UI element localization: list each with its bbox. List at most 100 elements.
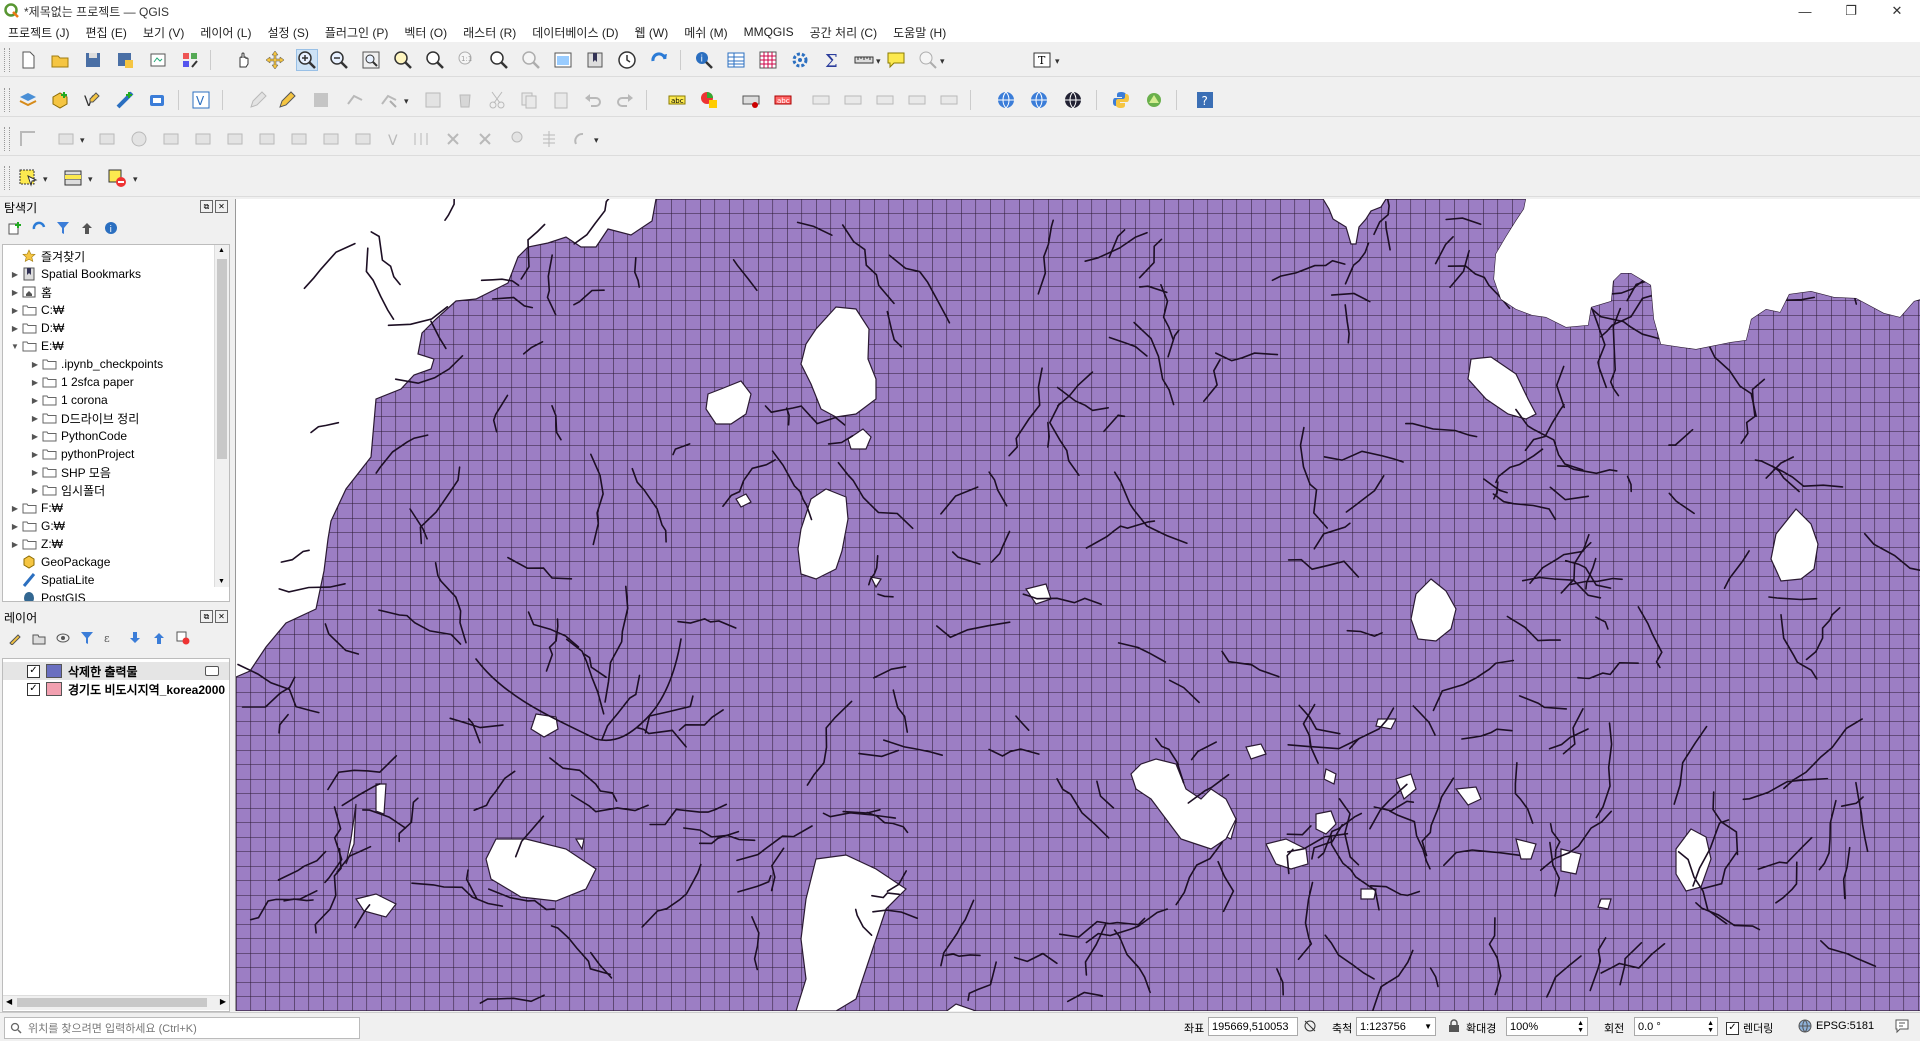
messages-icon[interactable] (1894, 1018, 1910, 1037)
expand-arrow-icon[interactable]: ▶ (29, 432, 41, 441)
save-as-icon[interactable] (114, 49, 136, 71)
layer-symbol-swatch[interactable] (46, 682, 62, 696)
expand-arrow-icon[interactable]: ▶ (29, 360, 41, 369)
map-rendering[interactable] (236, 199, 1920, 1011)
temporal-controller-icon[interactable] (616, 49, 638, 71)
locator-search-input[interactable]: 위치를 찾으려면 입력하세요 (Ctrl+K) (4, 1017, 360, 1039)
highlight-labels-icon[interactable]: abc (772, 89, 794, 111)
layer-visibility-checkbox[interactable]: ✓ (27, 664, 40, 678)
expand-arrow-icon[interactable]: ▶ (9, 288, 21, 297)
menu-view[interactable]: 보기 (V) (135, 24, 192, 41)
split-features-icon[interactable] (288, 128, 310, 150)
map-tips-icon[interactable] (885, 49, 907, 71)
open-project-icon[interactable] (49, 49, 71, 71)
toolbar-grip[interactable] (4, 88, 10, 112)
browser-item[interactable]: SpatiaLite (3, 571, 229, 589)
add-group-icon[interactable] (30, 629, 48, 647)
expand-arrow-icon[interactable]: ▶ (29, 450, 41, 459)
move-label-icon[interactable] (810, 89, 832, 111)
toolbar-grip[interactable] (4, 48, 10, 72)
pan-to-selection-icon[interactable] (264, 49, 286, 71)
expand-arrow-icon[interactable]: ▶ (9, 306, 21, 315)
close-panel-button[interactable]: ✕ (215, 200, 228, 213)
undo-icon[interactable] (582, 89, 604, 111)
offset-curve-icon[interactable] (256, 128, 278, 150)
layer-styling-icon[interactable] (6, 629, 24, 647)
copy-features-icon[interactable] (518, 89, 540, 111)
new-project-icon[interactable] (17, 49, 39, 71)
menu-processing[interactable]: 공간 처리 (C) (802, 24, 886, 41)
toggle-extents-icon[interactable] (1303, 1019, 1317, 1036)
plugins-icon[interactable] (1143, 89, 1165, 111)
collapse-arrow-icon[interactable]: ▼ (9, 342, 21, 351)
select-dropdown-icon[interactable]: ▾ (43, 174, 48, 185)
add-wcs-layer-icon[interactable] (1028, 89, 1050, 111)
print-layout-icon[interactable] (147, 49, 169, 71)
rotation-field[interactable]: 0.0 ° ▲ ▼ (1634, 1017, 1718, 1036)
ring-dropdown-icon[interactable]: ▾ (80, 135, 85, 146)
browser-item[interactable]: 즐겨찾기 (3, 247, 229, 265)
menu-help[interactable]: 도움말 (H) (885, 24, 954, 41)
refresh-icon[interactable] (648, 49, 670, 71)
float-panel-button[interactable]: ⧉ (200, 200, 213, 213)
show-hide-labels-icon[interactable] (906, 89, 928, 111)
simplify-icon[interactable]: V (384, 128, 406, 150)
statistics-icon[interactable]: Σ (821, 49, 843, 71)
browser-item[interactable]: ▶ pythonProject (3, 445, 229, 463)
browser-item[interactable]: ▶ D:₩ (3, 319, 229, 337)
float-panel-button[interactable]: ⧉ (200, 610, 213, 623)
filter-by-expression-icon[interactable]: ε (102, 629, 120, 647)
paste-features-icon[interactable] (550, 89, 572, 111)
zoom-in-icon[interactable] (296, 49, 318, 71)
browser-item[interactable]: ▶ F:₩ (3, 499, 229, 517)
add-ring-icon[interactable] (55, 128, 77, 150)
browser-item[interactable]: ▶ Z:₩ (3, 535, 229, 553)
zoom-last-icon[interactable] (488, 49, 510, 71)
trim-dropdown-icon[interactable]: ▾ (594, 135, 599, 146)
style-manager-icon[interactable] (179, 49, 201, 71)
menu-web[interactable]: 웹 (W) (627, 24, 677, 41)
browser-item[interactable]: ▶ G:₩ (3, 517, 229, 535)
reshape-icon[interactable] (224, 128, 246, 150)
add-selected-layers-icon[interactable] (6, 219, 24, 237)
cut-features-icon[interactable] (486, 89, 508, 111)
vertex-tool-icon[interactable] (378, 89, 400, 111)
attribute-table-icon[interactable] (725, 49, 747, 71)
annotation-icon[interactable] (917, 49, 939, 71)
zoom-full-icon[interactable] (360, 49, 382, 71)
scale-dropdown-icon[interactable]: ▼ (1424, 1022, 1432, 1031)
measure-icon[interactable] (853, 49, 875, 71)
add-wfs-layer-icon[interactable] (1062, 89, 1084, 111)
help-icon[interactable]: ? (1194, 89, 1216, 111)
refresh-browser-icon[interactable] (30, 219, 48, 237)
render-checkbox[interactable]: ✓ (1726, 1021, 1739, 1035)
browser-item[interactable]: ▶ SHP 모음 (3, 463, 229, 481)
close-button[interactable]: ✕ (1874, 0, 1920, 22)
browser-item[interactable]: ▼ E:₩ (3, 337, 229, 355)
browser-item[interactable]: PostGIS (3, 589, 229, 601)
diagram-icon[interactable] (698, 89, 720, 111)
browser-item[interactable]: GeoPackage (3, 553, 229, 571)
python-console-icon[interactable] (1110, 89, 1132, 111)
field-calculator-icon[interactable] (757, 49, 779, 71)
collapse-all-layers-icon[interactable] (150, 629, 168, 647)
browser-item[interactable]: ▶ 임시폴더 (3, 481, 229, 499)
menu-mmqgis[interactable]: MMQGIS (736, 25, 802, 39)
manage-map-themes-icon[interactable] (54, 629, 72, 647)
menu-project[interactable]: 프로젝트 (J) (0, 24, 78, 41)
browser-item[interactable]: ▶ C:₩ (3, 301, 229, 319)
expand-arrow-icon[interactable]: ▶ (9, 540, 21, 549)
browser-item[interactable]: ▶ Spatial Bookmarks (3, 265, 229, 283)
browser-item[interactable]: ▶ .ipynb_checkpoints (3, 355, 229, 373)
close-panel-button[interactable]: ✕ (215, 610, 228, 623)
minimize-button[interactable]: — (1782, 0, 1828, 22)
map-canvas[interactable] (235, 199, 1920, 1011)
menu-plugins[interactable]: 플러그인 (P) (317, 24, 397, 41)
zoom-out-icon[interactable] (328, 49, 350, 71)
change-label-icon[interactable] (874, 89, 896, 111)
select-expression-dropdown-icon[interactable]: ▾ (88, 174, 93, 185)
processing-toolbox-icon[interactable] (789, 49, 811, 71)
select-by-expression-icon[interactable] (62, 167, 84, 189)
menu-layer[interactable]: 레이어 (L) (192, 24, 259, 41)
layer-symbol-swatch[interactable] (46, 664, 62, 678)
